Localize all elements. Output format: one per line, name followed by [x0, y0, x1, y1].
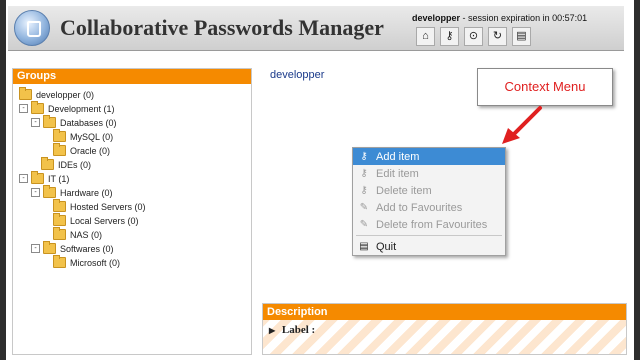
favourite-delete-icon: ✎ [359, 218, 369, 230]
tree-item-label: Databases (0) [60, 117, 117, 128]
groups-panel-title: Groups [13, 69, 251, 84]
tree-item-label: Oracle (0) [70, 145, 111, 156]
folder-icon [43, 115, 56, 128]
binoculars-icon[interactable]: ⊙ [464, 27, 483, 46]
tree-item-label: Local Servers (0) [70, 215, 139, 226]
context-menu-callout: Context Menu [477, 68, 613, 106]
tree-item-development[interactable]: - Development (1) [19, 101, 115, 115]
session-user: developper [412, 13, 461, 23]
favourite-add-icon: ✎ [359, 201, 369, 213]
description-panel: Description ▶ Label : [262, 303, 627, 355]
expand-arrow-icon[interactable]: ▶ [269, 326, 275, 335]
tree-item-label: IDEs (0) [58, 159, 92, 170]
tree-item-label: Hardware (0) [60, 187, 113, 198]
tree-item-label: IT (1) [48, 173, 70, 184]
key-icon[interactable]: ⚷ [440, 27, 459, 46]
menu-item-add-to-favourites[interactable]: ✎ Add to Favourites [353, 199, 505, 216]
folder-icon [31, 171, 44, 184]
toolbar: ⌂ ⚷ ⊙ ↻ ▤ [416, 27, 531, 46]
folder-icon [41, 157, 54, 170]
session-text: - session expiration in [462, 13, 550, 23]
app-header: Collaborative Passwords Manager developp… [8, 6, 624, 51]
collapse-toggle[interactable]: - [31, 244, 40, 253]
session-time: 00:57:01 [552, 13, 588, 23]
tree-item-label: Softwares (0) [60, 243, 114, 254]
menu-item-edit-item[interactable]: ⚷ Edit item [353, 165, 505, 182]
menu-item-label: Add to Favourites [376, 201, 463, 214]
folder-icon [53, 143, 66, 156]
label-field-row: ▶ Label : [263, 320, 626, 340]
tree-item-hosted-servers[interactable]: Hosted Servers (0) [53, 199, 146, 213]
tree-item-softwares[interactable]: - Softwares (0) [31, 241, 114, 255]
folder-icon [43, 241, 56, 254]
tree-item-microsoft[interactable]: Microsoft (0) [53, 255, 121, 269]
collapse-toggle[interactable]: - [19, 174, 28, 183]
tree-item-label: Hosted Servers (0) [70, 201, 146, 212]
home-icon[interactable]: ⌂ [416, 27, 435, 46]
description-title: Description [263, 304, 626, 320]
app-title: Collaborative Passwords Manager [60, 15, 384, 40]
menu-item-delete-from-favourites[interactable]: ✎ Delete from Favourites [353, 216, 505, 233]
menu-item-label: Edit item [376, 167, 419, 180]
screenshot-edge-left [0, 0, 6, 360]
folder-icon [53, 129, 66, 142]
folder-icon [31, 101, 44, 114]
app-logo-icon [14, 10, 50, 46]
key-delete-icon: ⚷ [360, 184, 368, 196]
folder-icon [19, 87, 32, 100]
collapse-toggle[interactable]: - [19, 104, 28, 113]
menu-item-quit[interactable]: ▤ Quit [353, 238, 505, 255]
quit-icon: ▤ [359, 240, 369, 252]
tree-item-local-servers[interactable]: Local Servers (0) [53, 213, 139, 227]
context-menu: ⚷ Add item ⚷ Edit item ⚷ Delete item ✎ A… [352, 147, 506, 256]
callout-arrow-icon [502, 106, 542, 144]
groups-panel: Groups developper (0) - Development (1) … [12, 68, 252, 355]
folder-icon [53, 227, 66, 240]
folder-icon [53, 199, 66, 212]
folder-icon [53, 213, 66, 226]
tree-item-nas[interactable]: NAS (0) [53, 227, 103, 241]
label-field-label: Label : [281, 324, 316, 336]
key-add-icon: ⚷ [360, 150, 368, 162]
collapse-toggle[interactable]: - [31, 118, 40, 127]
menu-item-delete-item[interactable]: ⚷ Delete item [353, 182, 505, 199]
menu-separator [356, 235, 502, 236]
menu-item-label: Delete item [376, 184, 432, 197]
tree-item-hardware[interactable]: - Hardware (0) [31, 185, 113, 199]
session-info: developper - session expiration in 00:57… [412, 13, 587, 23]
tree-item-developper[interactable]: developper (0) [19, 87, 95, 101]
key-edit-icon: ⚷ [360, 167, 368, 179]
tree-item-label: NAS (0) [70, 229, 103, 240]
menu-item-label: Add item [376, 150, 420, 163]
collapse-toggle[interactable]: - [31, 188, 40, 197]
tree-item-label: Development (1) [48, 103, 115, 114]
book-icon[interactable]: ▤ [512, 27, 531, 46]
refresh-icon[interactable]: ↻ [488, 27, 507, 46]
tree-item-oracle[interactable]: Oracle (0) [53, 143, 111, 157]
tree-item-label: developper (0) [36, 89, 95, 100]
menu-item-label: Delete from Favourites [376, 218, 488, 231]
tree-item-label: Microsoft (0) [70, 257, 121, 268]
tree-item-label: MySQL (0) [70, 131, 114, 142]
callout-text: Context Menu [504, 79, 586, 94]
tree-item-mysql[interactable]: MySQL (0) [53, 129, 114, 143]
tree-item-it[interactable]: - IT (1) [19, 171, 70, 185]
folder-icon [43, 185, 56, 198]
menu-item-add-item[interactable]: ⚷ Add item [353, 148, 505, 165]
menu-item-label: Quit [376, 240, 397, 253]
screenshot-edge-right [634, 0, 640, 360]
folder-icon [53, 255, 66, 268]
current-group-label: developper [270, 69, 325, 81]
tree-item-ides[interactable]: IDEs (0) [41, 157, 92, 171]
tree-item-databases[interactable]: - Databases (0) [31, 115, 117, 129]
